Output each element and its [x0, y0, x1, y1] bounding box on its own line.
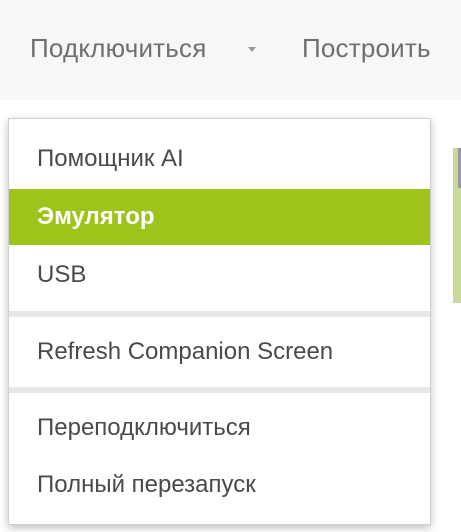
menu-item-usb[interactable]: USB — [9, 247, 430, 303]
menu-separator — [9, 311, 430, 317]
menu-item-emulator[interactable]: Эмулятор — [9, 189, 430, 245]
menu-item-refresh-companion[interactable]: Refresh Companion Screen — [9, 324, 430, 380]
menu-item-ai-companion[interactable]: Помощник AI — [9, 131, 430, 187]
caret-down-icon — [248, 47, 256, 52]
menu-item-reconnect[interactable]: Переподключиться — [9, 400, 430, 456]
menu-build[interactable]: Построить — [302, 33, 431, 64]
connect-dropdown-menu: Помощник AI Эмулятор USB Refresh Compani… — [8, 118, 431, 525]
top-menu-bar: Подключиться Построить — [0, 0, 461, 100]
menu-separator — [9, 387, 430, 393]
menu-connect[interactable]: Подключиться — [30, 33, 207, 64]
menu-item-hard-reset[interactable]: Полный перезапуск — [9, 457, 430, 513]
